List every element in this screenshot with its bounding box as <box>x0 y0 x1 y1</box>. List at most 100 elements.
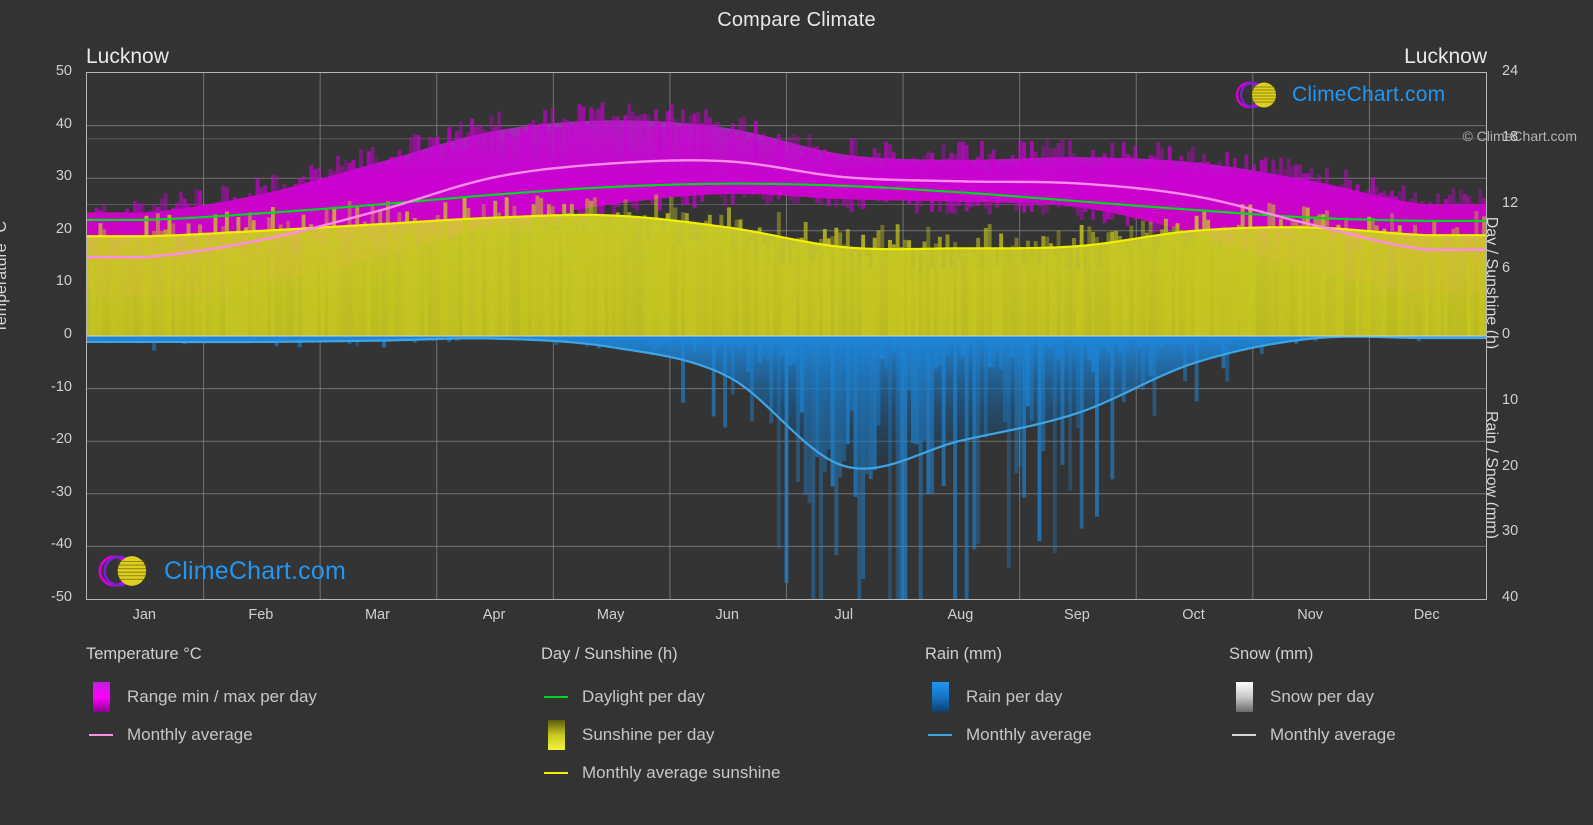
rain-day-bar <box>880 336 885 359</box>
sunshine-day-bar <box>903 239 908 336</box>
sunshine-day-bar <box>132 235 137 336</box>
sunshine-day-bar <box>117 251 122 336</box>
legend-item[interactable]: Rain per day <box>925 678 1092 716</box>
sunshine-day-bar <box>646 239 651 336</box>
rain-day-bar <box>1052 336 1057 554</box>
legend-item[interactable]: Daylight per day <box>541 678 780 716</box>
sunshine-day-bar <box>1344 217 1349 336</box>
sunshine-day-bar <box>282 241 287 336</box>
sunshine-day-bar <box>849 260 854 336</box>
sunshine-day-bar <box>175 259 180 336</box>
rain-day-bar <box>922 336 927 441</box>
legend-item[interactable]: Monthly average <box>925 716 1092 754</box>
sunshine-day-bar <box>1428 238 1433 336</box>
y-tick-right-bottom: 30 <box>1502 523 1519 540</box>
sunshine-day-bar <box>600 218 605 336</box>
sunshine-day-bar <box>1179 229 1184 336</box>
rain-day-bar <box>1225 336 1230 382</box>
sunshine-day-bar <box>1351 237 1356 336</box>
legend-item[interactable]: Monthly average <box>86 716 317 754</box>
sunshine-day-bar <box>416 245 421 336</box>
sunshine-day-bar <box>1432 220 1437 336</box>
sunshine-day-bar <box>734 219 739 336</box>
sunshine-day-bar <box>454 231 459 336</box>
sunshine-day-bar <box>688 238 693 336</box>
rain-day-bar <box>1087 336 1092 361</box>
sunshine-day-bar <box>960 250 965 336</box>
sunshine-day-bar <box>1282 234 1287 336</box>
rain-day-bar <box>658 336 662 347</box>
rain-day-bar <box>799 336 804 413</box>
sunshine-day-bar <box>1148 221 1153 336</box>
sunshine-day-bar <box>845 228 850 336</box>
watermark-text: ClimeChart.com <box>1292 83 1446 106</box>
sunshine-day-bar <box>1167 231 1172 336</box>
sunshine-day-bar <box>937 236 942 336</box>
sunshine-day-bar <box>1286 236 1291 336</box>
rain-day-bar <box>761 336 766 357</box>
legend-item[interactable]: Range min / max per day <box>86 678 317 716</box>
sunshine-day-bar <box>1252 229 1257 336</box>
sunshine-day-bar <box>1378 234 1383 336</box>
sunshine-day-bar <box>209 241 214 336</box>
rain-day-bar <box>811 336 816 599</box>
sunshine-day-bar <box>366 238 371 336</box>
sunshine-day-bar <box>102 229 107 336</box>
y-tick-left: 0 <box>63 326 72 342</box>
sunshine-day-bar <box>819 238 823 336</box>
legend-item[interactable]: Monthly average sunshine <box>541 754 780 792</box>
sunshine-day-bar <box>1271 204 1276 336</box>
sunshine-day-bar <box>853 252 858 336</box>
legend-gradient-swatch-icon <box>1235 682 1253 712</box>
x-tick-feb: Feb <box>248 607 274 623</box>
rain-day-bar <box>980 336 984 341</box>
sunshine-day-bar <box>301 214 306 336</box>
sunshine-day-bar <box>891 244 896 336</box>
legend-column-snow-mm: Snow (mm) Snow per day Monthly average <box>1229 645 1396 754</box>
legend-item[interactable]: Snow per day <box>1229 678 1396 716</box>
legend-item[interactable]: Monthly average <box>1229 716 1396 754</box>
rain-day-bar <box>1079 336 1084 529</box>
sunshine-day-bar <box>290 243 295 336</box>
legend-item[interactable]: Sunshine per day <box>541 716 780 754</box>
rain-day-bar <box>707 336 712 343</box>
sunshine-day-bar <box>972 253 977 336</box>
sunshine-day-bar <box>715 235 720 336</box>
rain-day-bar <box>1033 336 1038 341</box>
sunshine-day-bar <box>815 251 820 336</box>
rain-day-bar <box>792 336 797 364</box>
sunshine-day-bar <box>1459 244 1464 336</box>
rain-day-bar <box>953 336 958 599</box>
sunshine-day-bar <box>1052 254 1057 336</box>
legend-column-title: Snow (mm) <box>1229 645 1314 663</box>
sunshine-day-bar <box>182 249 187 336</box>
sunshine-day-bar <box>615 212 620 336</box>
sunshine-day-bar <box>918 272 923 336</box>
rain-day-bar <box>903 336 908 599</box>
rain-day-bar <box>884 336 889 369</box>
rain-day-bar <box>665 336 670 342</box>
sunshine-day-bar <box>661 231 666 336</box>
rain-day-bar <box>1056 336 1061 360</box>
sunshine-day-bar <box>1455 227 1460 336</box>
sunshine-day-bar <box>286 220 291 336</box>
sunshine-day-bar <box>1114 230 1119 336</box>
sunshine-day-bar <box>477 223 482 336</box>
sunshine-day-bar <box>577 215 582 336</box>
watermark-top: ClimeChart.com <box>1232 80 1445 110</box>
sunshine-day-bar <box>861 234 866 336</box>
sunshine-day-bar <box>1363 232 1368 336</box>
sunshine-day-bar <box>129 240 134 336</box>
rain-day-bar <box>700 336 705 345</box>
sunshine-day-bar <box>803 221 808 336</box>
sunshine-day-bar <box>957 257 961 336</box>
sunshine-day-bar <box>665 213 670 336</box>
sunshine-day-bar <box>1236 224 1241 336</box>
rain-day-bar <box>738 336 743 350</box>
sunshine-day-bar <box>1451 228 1456 336</box>
sunshine-day-bar <box>654 194 659 336</box>
rain-day-bar <box>1049 336 1053 348</box>
rain-day-bar <box>861 336 866 580</box>
rain-day-bar <box>1095 336 1099 517</box>
sunshine-day-bar <box>1183 245 1188 336</box>
